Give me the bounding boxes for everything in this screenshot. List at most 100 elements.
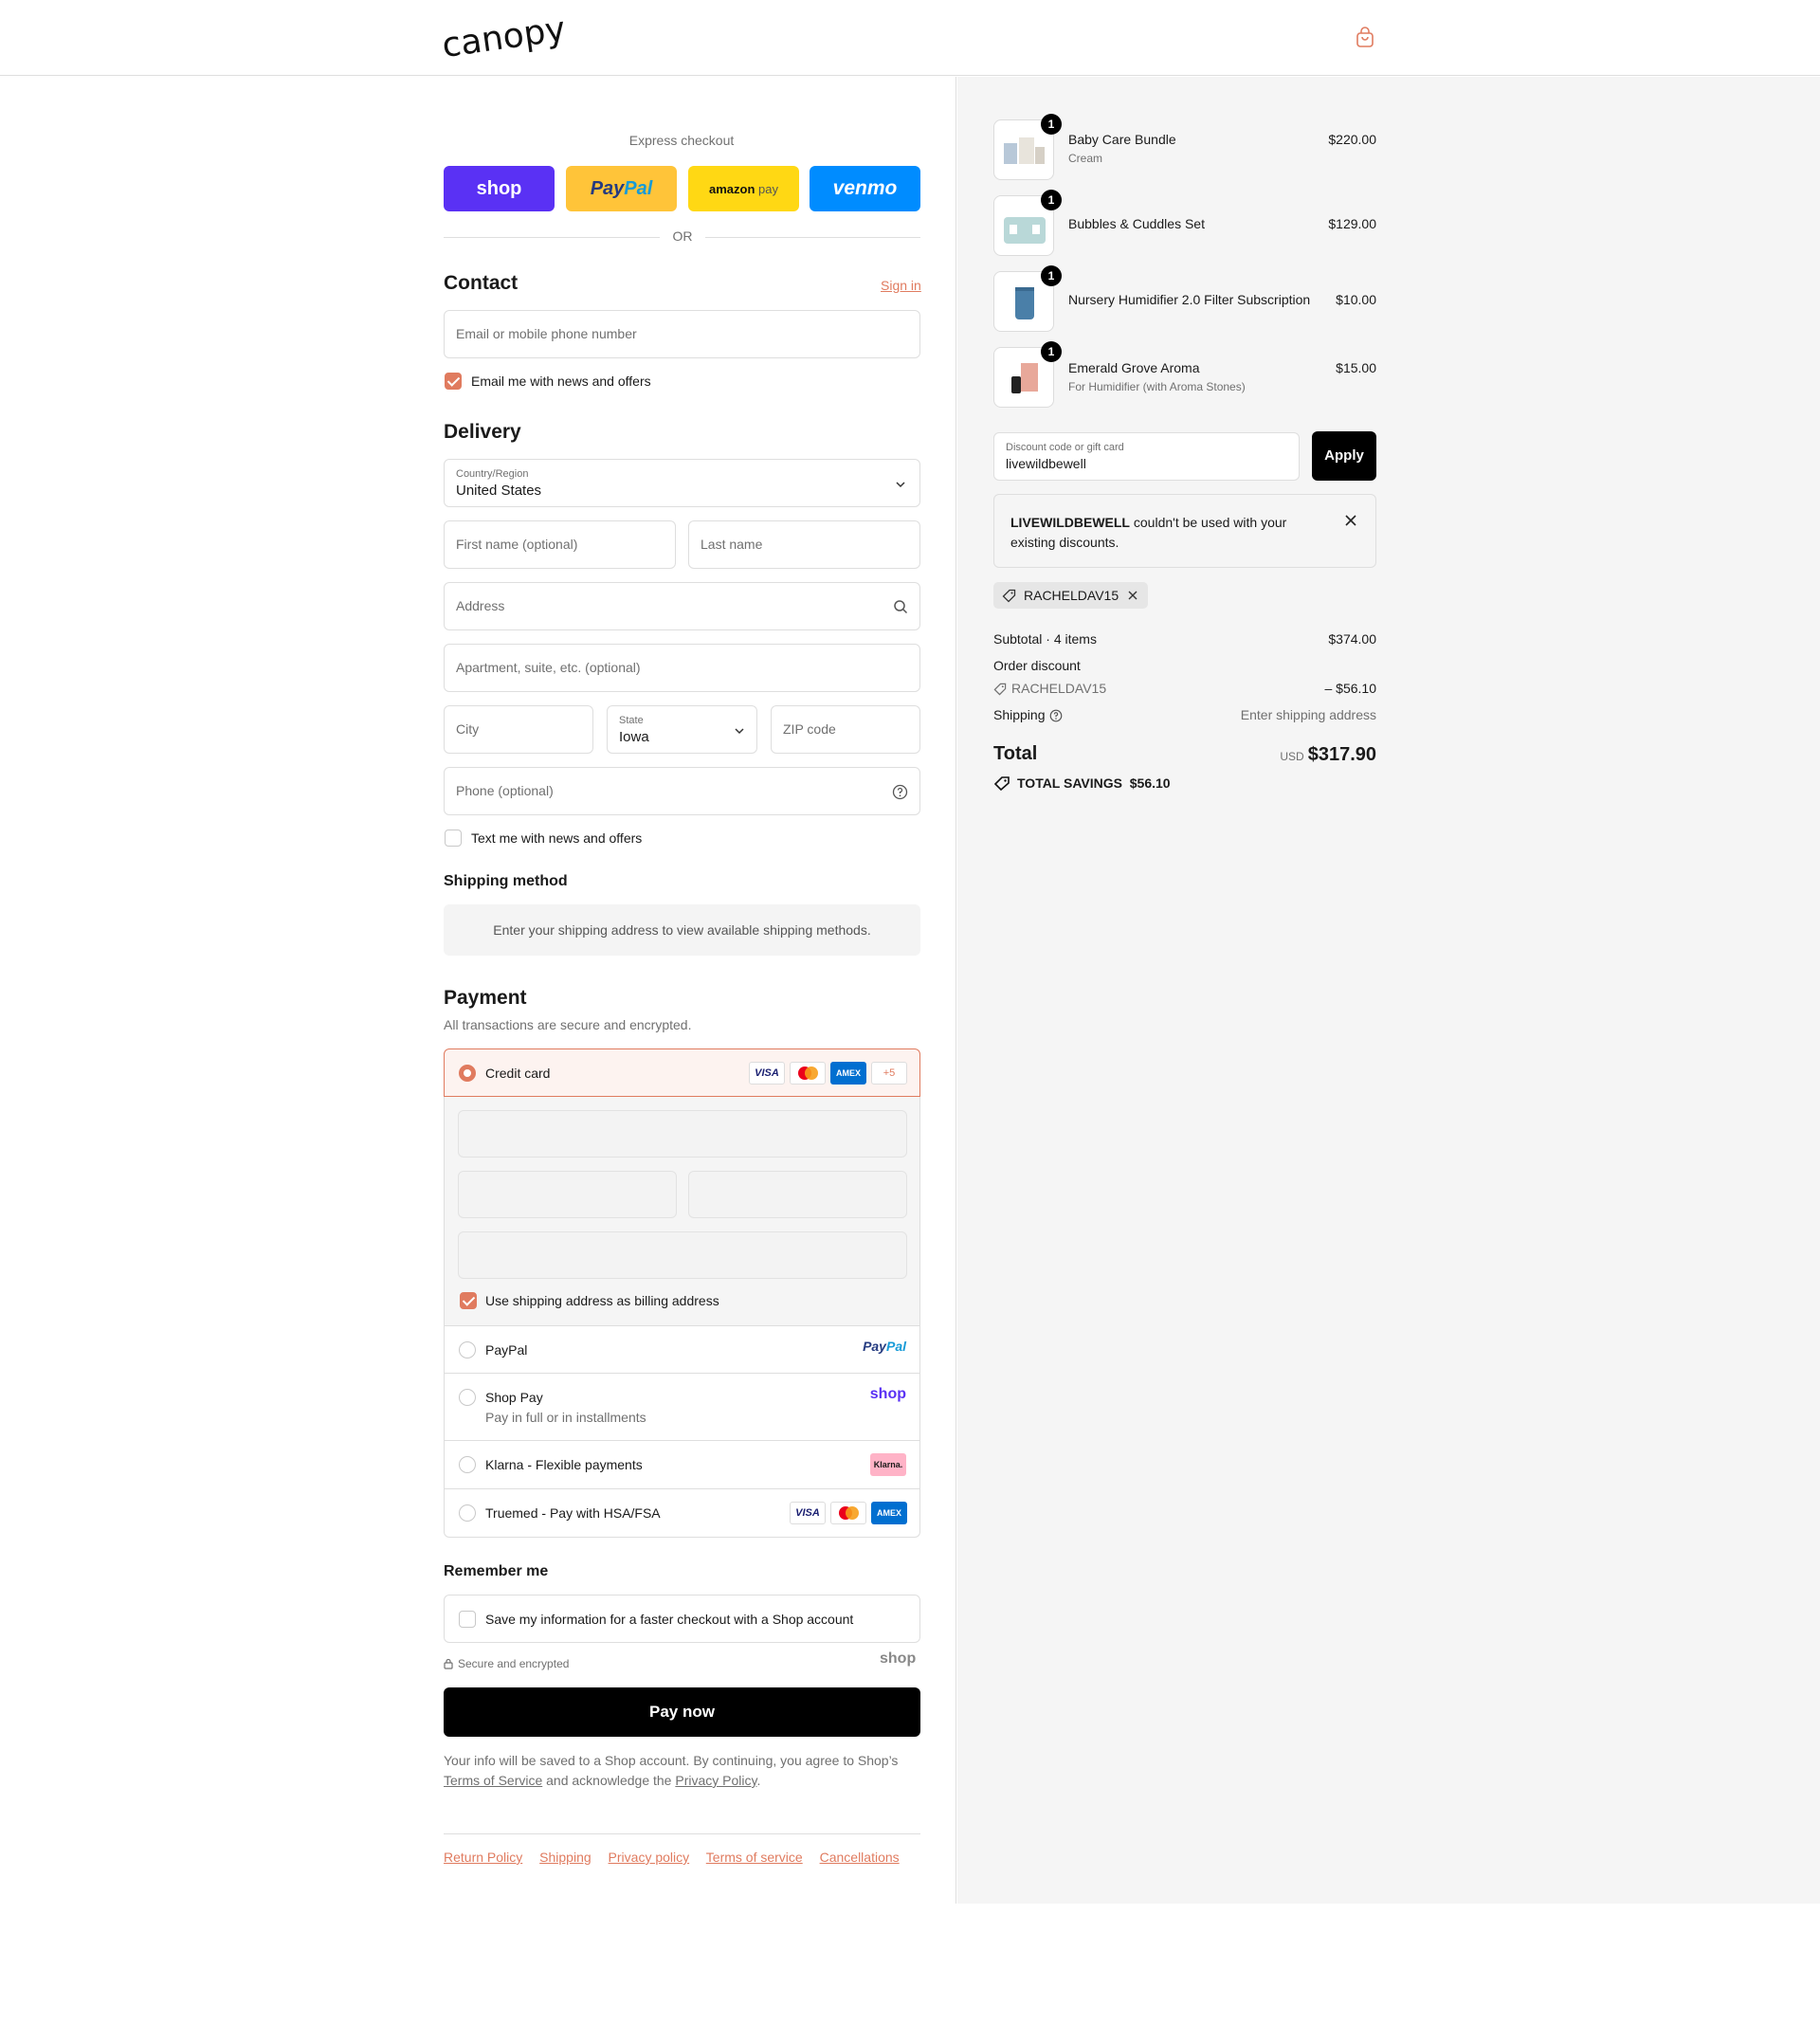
amazon-pay-button[interactable]: amazon pay (688, 166, 799, 211)
zip-field[interactable]: ZIP code (771, 705, 920, 754)
address-placeholder: Address (456, 598, 505, 613)
subtotal-label: Subtotal · 4 items (993, 631, 1097, 647)
shipping-method-title: Shipping method (444, 873, 568, 889)
privacy-policy-footer-link[interactable]: Privacy policy (609, 1850, 690, 1865)
apply-button[interactable]: Apply (1312, 431, 1376, 481)
or-separator: OR (672, 228, 693, 244)
card-name-field[interactable] (458, 1231, 907, 1279)
amex-text: AMEX (835, 1068, 861, 1078)
close-icon[interactable] (1344, 514, 1357, 527)
credit-card-label: Credit card (485, 1066, 551, 1081)
sign-in-link[interactable]: Sign in (881, 278, 921, 293)
klarna-option[interactable]: Klarna - Flexible payments Klarna. (444, 1441, 920, 1489)
shipping-link[interactable]: Shipping (539, 1850, 592, 1865)
shop-pay-radio[interactable] (459, 1389, 476, 1406)
city-field[interactable]: City (444, 705, 593, 754)
quantity-badge: 1 (1041, 341, 1062, 362)
legal-mid: and acknowledge the (546, 1773, 672, 1788)
paypal-label: PayPal (485, 1342, 528, 1358)
paypal-logo-pay: Pay (863, 1339, 886, 1354)
tag-icon (993, 683, 1007, 696)
first-name-placeholder: First name (optional) (456, 537, 578, 552)
phone-field[interactable]: Phone (optional) (444, 767, 920, 815)
item-name: Nursery Humidifier 2.0 Filter Subscripti… (1068, 292, 1311, 307)
svg-text:canopy: canopy (442, 9, 568, 63)
text-news-label: Text me with news and offers (471, 830, 643, 846)
paypal-radio[interactable] (459, 1341, 476, 1358)
discount-amount: – $56.10 (1324, 681, 1377, 696)
last-name-placeholder: Last name (701, 537, 763, 552)
footer-links: Return Policy Shipping Privacy policy Te… (444, 1850, 913, 1865)
address-field[interactable]: Address (444, 582, 920, 630)
paypal-pal-text: Pal (624, 177, 653, 199)
applied-discount-tag: RACHELDAV15 (993, 582, 1148, 609)
zip-placeholder: ZIP code (783, 721, 836, 737)
terms-of-service-link[interactable]: Terms of Service (444, 1773, 542, 1788)
card-expiry-field[interactable] (458, 1171, 677, 1218)
credit-card-radio[interactable] (459, 1065, 476, 1082)
item-price: $220.00 (1328, 132, 1376, 147)
card-number-field[interactable] (458, 1110, 907, 1158)
email-field[interactable]: Email or mobile phone number (444, 310, 920, 358)
state-select[interactable]: State Iowa (607, 705, 757, 754)
first-name-field[interactable]: First name (optional) (444, 520, 676, 569)
amex-icon: AMEX (871, 1502, 907, 1524)
email-news-checkbox[interactable] (445, 373, 462, 390)
cancellations-link[interactable]: Cancellations (820, 1850, 900, 1865)
savings-tag-icon (993, 776, 1010, 791)
visa-text: VISA (795, 1507, 820, 1519)
return-policy-link[interactable]: Return Policy (444, 1850, 522, 1865)
text-news-checkbox[interactable] (445, 830, 462, 847)
billing-address-checkbox[interactable] (460, 1292, 477, 1309)
shop-logo: shop (880, 1650, 917, 1667)
shop-pay-option[interactable]: Shop Pay Pay in full or in installments … (444, 1374, 920, 1441)
remember-me-option[interactable]: Save my information for a faster checkou… (444, 1595, 920, 1643)
shipping-value: Enter shipping address (1240, 707, 1376, 722)
truemed-option[interactable]: Truemed - Pay with HSA/FSA VISA AMEX (444, 1489, 920, 1538)
card-cvv-field[interactable] (688, 1171, 907, 1218)
total-label: Total (993, 743, 1038, 764)
contact-title: Contact (444, 272, 519, 294)
order-discount-label: Order discount (993, 658, 1081, 673)
privacy-policy-link[interactable]: Privacy Policy (675, 1773, 756, 1788)
canopy-logo[interactable]: canopy (442, 9, 571, 63)
quantity-badge: 1 (1041, 265, 1062, 286)
site-header: canopy (0, 0, 1820, 76)
venmo-button[interactable]: venmo (810, 166, 920, 211)
country-label: Country/Region (456, 468, 529, 480)
applied-code: RACHELDAV15 (1024, 588, 1119, 603)
amex-text: AMEX (876, 1508, 901, 1518)
state-value: Iowa (619, 729, 649, 745)
remove-discount-icon[interactable] (1127, 590, 1138, 601)
mastercard-icon (830, 1502, 866, 1524)
pay-now-button[interactable]: Pay now (444, 1687, 920, 1737)
truemed-radio[interactable] (459, 1504, 476, 1522)
save-info-checkbox[interactable] (459, 1611, 476, 1628)
paypal-logo: PayPal (863, 1339, 906, 1354)
phone-placeholder: Phone (optional) (456, 783, 554, 798)
payment-title: Payment (444, 987, 527, 1009)
shop-pay-sublabel: Pay in full or in installments (485, 1410, 646, 1425)
last-name-field[interactable]: Last name (688, 520, 920, 569)
help-icon[interactable] (1049, 709, 1063, 722)
visa-text: VISA (755, 1067, 779, 1079)
mastercard-icon (790, 1062, 826, 1085)
quantity-badge: 1 (1041, 190, 1062, 210)
klarna-radio[interactable] (459, 1456, 476, 1473)
divider (444, 1833, 920, 1834)
item-price: $129.00 (1328, 216, 1376, 231)
help-icon[interactable] (892, 784, 908, 800)
country-select[interactable]: Country/Region United States (444, 459, 920, 507)
terms-of-service-footer-link[interactable]: Terms of service (706, 1850, 803, 1865)
chevron-down-icon (735, 728, 744, 735)
shop-pay-button[interactable]: shop (444, 166, 555, 211)
shopping-bag-icon[interactable] (1354, 27, 1376, 49)
apartment-field[interactable]: Apartment, suite, etc. (optional) (444, 644, 920, 692)
credit-card-option[interactable]: Credit card VISA AMEX +5 (444, 1048, 920, 1097)
paypal-option[interactable]: PayPal PayPal (444, 1326, 920, 1374)
shipping-label: Shipping (993, 707, 1046, 722)
discount-code-field[interactable]: Discount code or gift card livewildbewel… (993, 432, 1300, 481)
city-placeholder: City (456, 721, 480, 737)
chevron-down-icon (896, 482, 905, 488)
paypal-button[interactable]: Pay Pal (566, 166, 677, 211)
